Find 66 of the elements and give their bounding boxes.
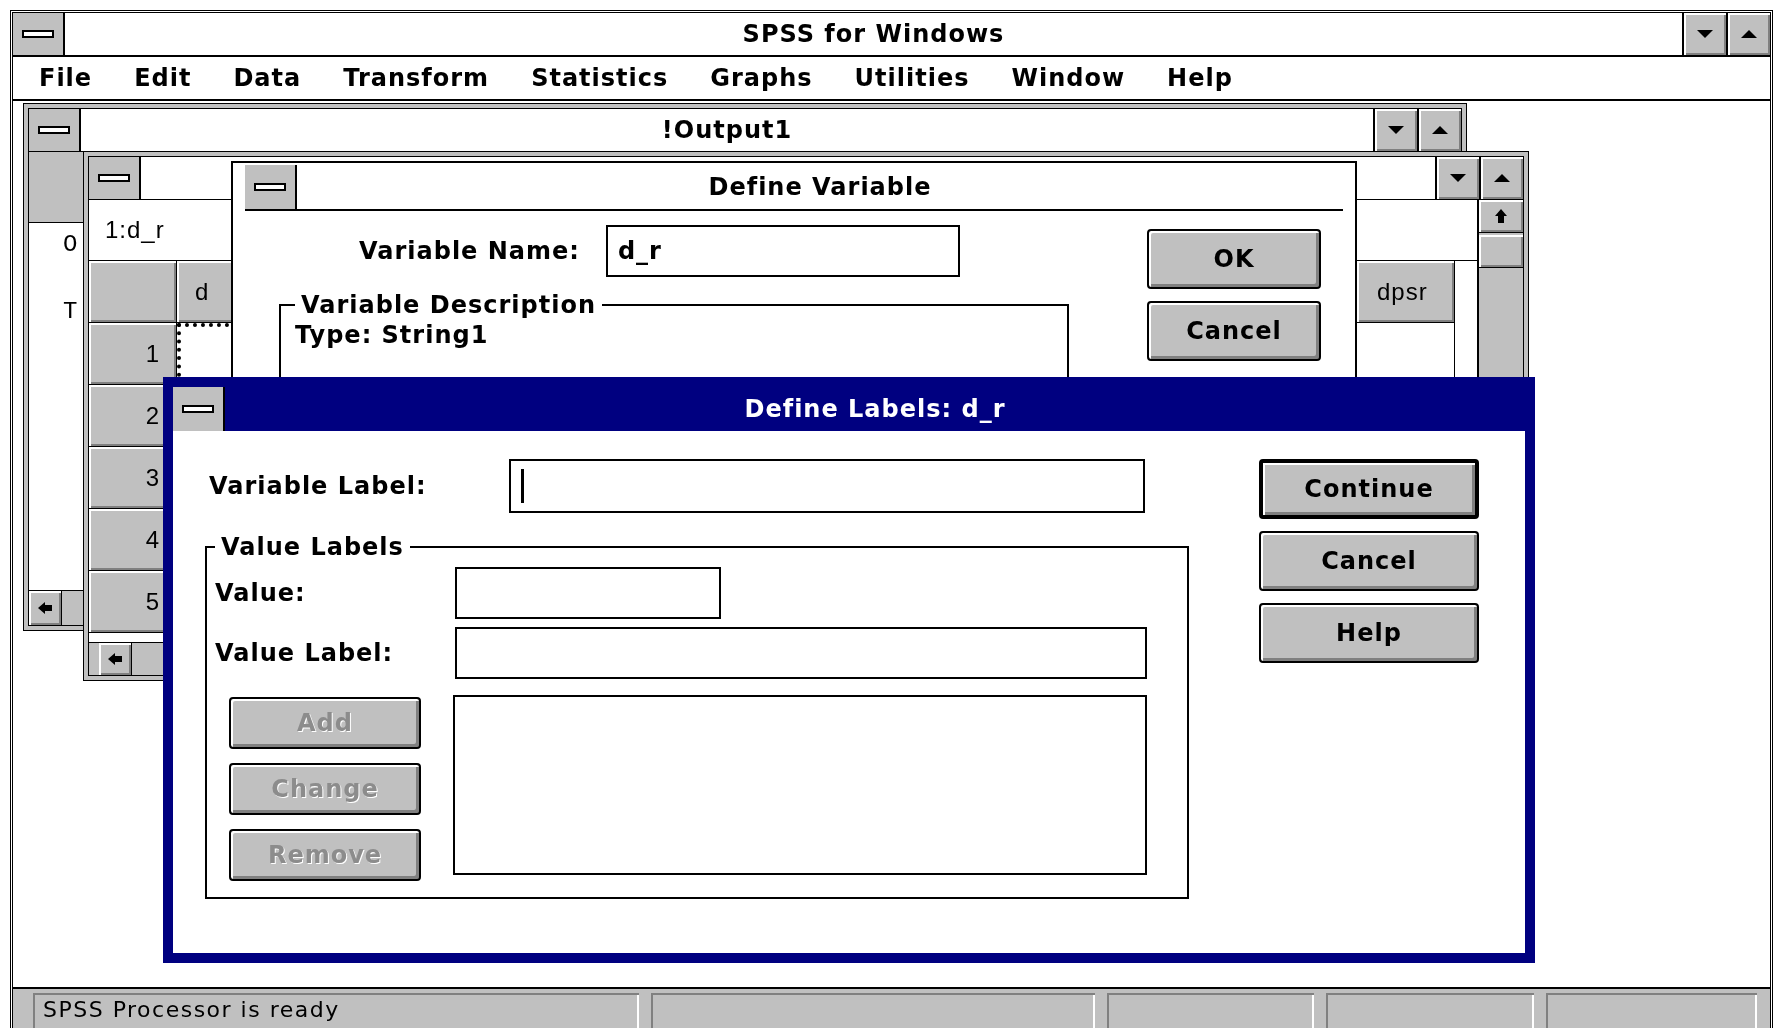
up-arrow-icon (1494, 208, 1508, 224)
left-arrow-icon (107, 652, 123, 666)
dialog-button[interactable]: Cancel (1147, 301, 1321, 361)
dash-icon (182, 404, 214, 414)
dialog-button[interactable]: Help (1259, 603, 1479, 663)
type-text: Type: String1 (295, 320, 490, 349)
menu-item[interactable]: Help (1167, 64, 1233, 92)
scroll-thumb[interactable] (1479, 235, 1523, 268)
window-title: SPSS for Windows (741, 19, 1006, 50)
field-label: Variable Name: (359, 237, 580, 265)
window-title: Define Variable (707, 172, 933, 203)
down-triangle-icon (1449, 173, 1467, 183)
group-title: Value Labels (220, 533, 405, 561)
dialog-button[interactable]: Cancel (1259, 531, 1479, 591)
field-label: Value: (215, 579, 307, 607)
up-triangle-icon (1740, 29, 1758, 39)
status-message: SPSS Processor is ready (33, 993, 639, 1028)
system-menu-button[interactable] (173, 387, 225, 431)
up-triangle-icon (1431, 125, 1449, 135)
group-title: Variable Description (300, 291, 597, 319)
cell-reference: 1:d_r (105, 216, 165, 244)
row-header[interactable]: 1 (89, 323, 177, 385)
dash-icon (38, 125, 70, 135)
system-menu-button[interactable] (245, 165, 297, 209)
menu-item[interactable]: File (39, 64, 93, 92)
dialog-button[interactable]: OK (1147, 229, 1321, 289)
text-field[interactable] (455, 567, 721, 619)
text-cursor (521, 469, 524, 503)
minimize-button[interactable] (1373, 109, 1417, 151)
menu-item[interactable]: Statistics (531, 64, 669, 92)
field-label: Variable Label: (208, 472, 428, 500)
system-menu-button[interactable] (13, 13, 65, 55)
minimize-button[interactable] (1682, 13, 1726, 55)
system-menu-button[interactable] (89, 157, 141, 199)
scroll-left-button[interactable] (99, 643, 132, 675)
output-text: O (63, 231, 79, 258)
minimize-button[interactable] (1435, 157, 1479, 199)
maximize-button[interactable] (1726, 13, 1770, 55)
system-menu-button[interactable] (29, 109, 81, 151)
left-arrow-icon (37, 601, 53, 615)
scroll-up-button[interactable] (1479, 200, 1523, 233)
name-field[interactable]: d_r (605, 225, 960, 277)
scroll-left-button[interactable] (29, 591, 62, 625)
window-title: !Output1 (660, 115, 794, 146)
text-field[interactable] (455, 627, 1147, 679)
dash-icon (22, 29, 54, 39)
menu-item[interactable]: Graphs (710, 64, 813, 92)
field-label: Value Label: (215, 639, 395, 667)
dash-icon (98, 173, 130, 183)
dash-icon (254, 182, 286, 192)
column-header[interactable]: dpsr (1357, 261, 1455, 323)
down-triangle-icon (1387, 125, 1405, 135)
list-box[interactable] (453, 695, 1147, 875)
up-triangle-icon (1493, 173, 1511, 183)
maximize-button[interactable] (1479, 157, 1523, 199)
down-triangle-icon (1696, 29, 1714, 39)
menu-item[interactable]: Window (1011, 64, 1126, 92)
dialog-button[interactable]: Continue (1259, 459, 1479, 519)
label-field[interactable] (509, 459, 1145, 513)
output-text: T (63, 298, 79, 325)
menu-item[interactable]: Data (233, 64, 302, 92)
menu-item[interactable]: Edit (134, 64, 192, 92)
menu-item[interactable]: Transform (343, 64, 490, 92)
window-title: Define Labels: d_r (743, 394, 1007, 425)
menu-item[interactable]: Utilities (854, 64, 970, 92)
maximize-button[interactable] (1417, 109, 1461, 151)
